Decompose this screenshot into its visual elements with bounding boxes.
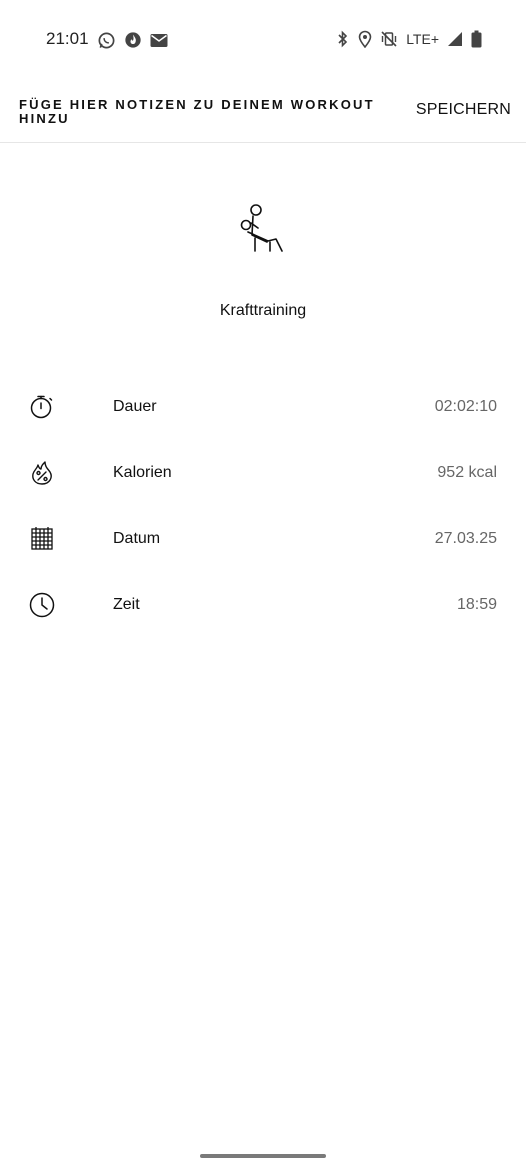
whatsapp-icon [97, 31, 116, 50]
stat-row-date: Datum 27.03.25 [0, 506, 526, 572]
app-header: FÜGE HIER NOTIZEN ZU DEINEM WORKOUT HINZ… [0, 80, 526, 143]
calories-flame-icon [29, 460, 55, 486]
stat-row-time: Zeit 18:59 [0, 572, 526, 638]
fire-icon [124, 31, 142, 49]
stat-label: Datum [113, 530, 161, 547]
stat-value: 27.03.25 [434, 530, 497, 547]
stat-label: Kalorien [113, 464, 172, 481]
calendar-icon [29, 526, 55, 552]
network-type: LTE+ [406, 31, 439, 47]
stat-row-duration: Dauer 02:02:10 [0, 374, 526, 440]
stat-value: 952 kcal [437, 464, 497, 481]
stat-label: Dauer [113, 398, 157, 415]
stopwatch-icon [29, 394, 55, 420]
vibrate-off-icon [380, 30, 398, 48]
stat-value: 18:59 [456, 596, 497, 613]
bluetooth-icon [336, 30, 350, 48]
activity-summary: Krafttraining [0, 195, 526, 320]
clock-icon [29, 592, 55, 618]
home-indicator[interactable] [200, 1154, 326, 1158]
stat-row-calories: Kalorien 952 kcal [0, 440, 526, 506]
notes-prompt[interactable]: FÜGE HIER NOTIZEN ZU DEINEM WORKOUT HINZ… [19, 98, 399, 126]
save-button[interactable]: SPEICHERN [416, 101, 511, 119]
notification-icons [97, 30, 168, 50]
activity-name: Krafttraining [219, 302, 307, 319]
battery-icon [471, 30, 482, 48]
strength-training-icon [235, 195, 291, 255]
signal-icon [447, 31, 463, 47]
stat-value: 02:02:10 [434, 398, 497, 415]
system-icons: LTE+ [336, 29, 482, 49]
stat-label: Zeit [113, 596, 140, 613]
mail-icon [150, 33, 168, 48]
workout-stats: Dauer 02:02:10 Kalorien 952 kcal Datum 2… [0, 374, 526, 638]
location-icon [358, 30, 372, 48]
status-bar: 21:01 LTE+ [0, 0, 526, 80]
status-time: 21:01 [46, 29, 89, 48]
